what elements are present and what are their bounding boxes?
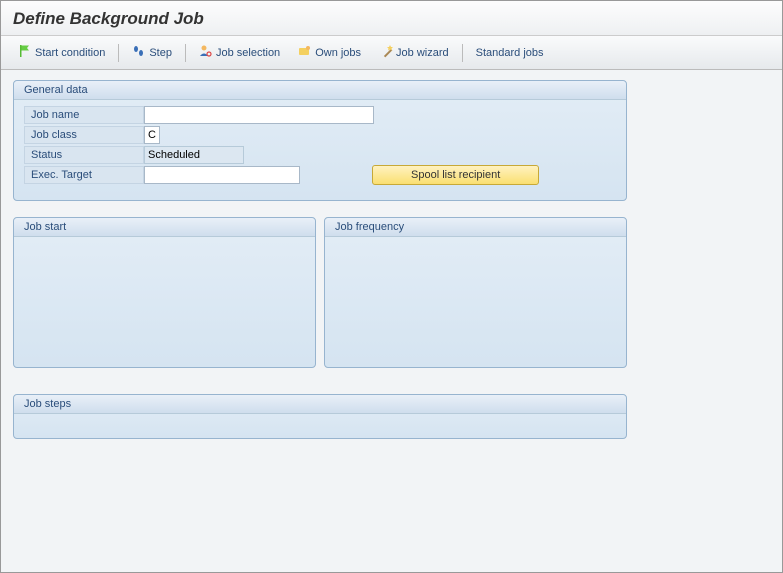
- start-condition-label: Start condition: [35, 47, 105, 59]
- exec-target-label: Exec. Target: [24, 166, 144, 184]
- job-wizard-label: Job wizard: [396, 47, 449, 59]
- status-row: Status: [24, 146, 616, 164]
- middle-row: Job start Job frequency: [13, 217, 627, 368]
- start-condition-button[interactable]: Start condition: [9, 40, 114, 65]
- status-value: [144, 146, 244, 164]
- job-class-label: Job class: [24, 126, 144, 144]
- job-frequency-panel: Job frequency: [324, 217, 627, 368]
- general-data-panel: General data Job name Job class Status E…: [13, 80, 627, 201]
- job-steps-body: [14, 414, 626, 438]
- job-name-input[interactable]: [144, 106, 374, 124]
- standard-jobs-label: Standard jobs: [476, 47, 544, 59]
- own-jobs-label: Own jobs: [315, 47, 361, 59]
- job-class-row: Job class: [24, 126, 616, 144]
- job-selection-button[interactable]: Job selection: [190, 40, 289, 65]
- spool-list-recipient-button[interactable]: Spool list recipient: [372, 165, 539, 185]
- footsteps-icon: [132, 44, 146, 61]
- general-data-title: General data: [14, 81, 626, 100]
- status-label: Status: [24, 146, 144, 164]
- separator: [462, 44, 463, 62]
- job-name-label: Job name: [24, 106, 144, 124]
- toolbar: Start condition Step Job selection Own j…: [1, 36, 782, 70]
- job-start-title: Job start: [14, 218, 315, 237]
- job-start-body: [14, 237, 315, 367]
- exec-target-input[interactable]: [144, 166, 300, 184]
- app-window: Define Background Job Start condition St…: [0, 0, 783, 573]
- job-name-row: Job name: [24, 106, 616, 124]
- job-class-input[interactable]: [144, 126, 160, 144]
- folder-person-icon: [298, 44, 312, 61]
- wand-icon: [379, 44, 393, 61]
- job-frequency-title: Job frequency: [325, 218, 626, 237]
- exec-target-row: Exec. Target Spool list recipient: [24, 166, 616, 184]
- separator: [118, 44, 119, 62]
- job-frequency-body: [325, 237, 626, 367]
- page-title: Define Background Job: [1, 1, 782, 36]
- step-label: Step: [149, 47, 172, 59]
- job-selection-label: Job selection: [216, 47, 280, 59]
- person-search-icon: [199, 44, 213, 61]
- separator: [185, 44, 186, 62]
- standard-jobs-button[interactable]: Standard jobs: [467, 43, 553, 63]
- content-area: General data Job name Job class Status E…: [1, 70, 782, 465]
- job-steps-panel: Job steps: [13, 394, 627, 439]
- job-wizard-button[interactable]: Job wizard: [370, 40, 458, 65]
- own-jobs-button[interactable]: Own jobs: [289, 40, 370, 65]
- flag-icon: [18, 44, 32, 61]
- job-steps-title: Job steps: [14, 395, 626, 414]
- general-data-body: Job name Job class Status Exec. Target S…: [14, 100, 626, 200]
- job-start-panel: Job start: [13, 217, 316, 368]
- step-button[interactable]: Step: [123, 40, 181, 65]
